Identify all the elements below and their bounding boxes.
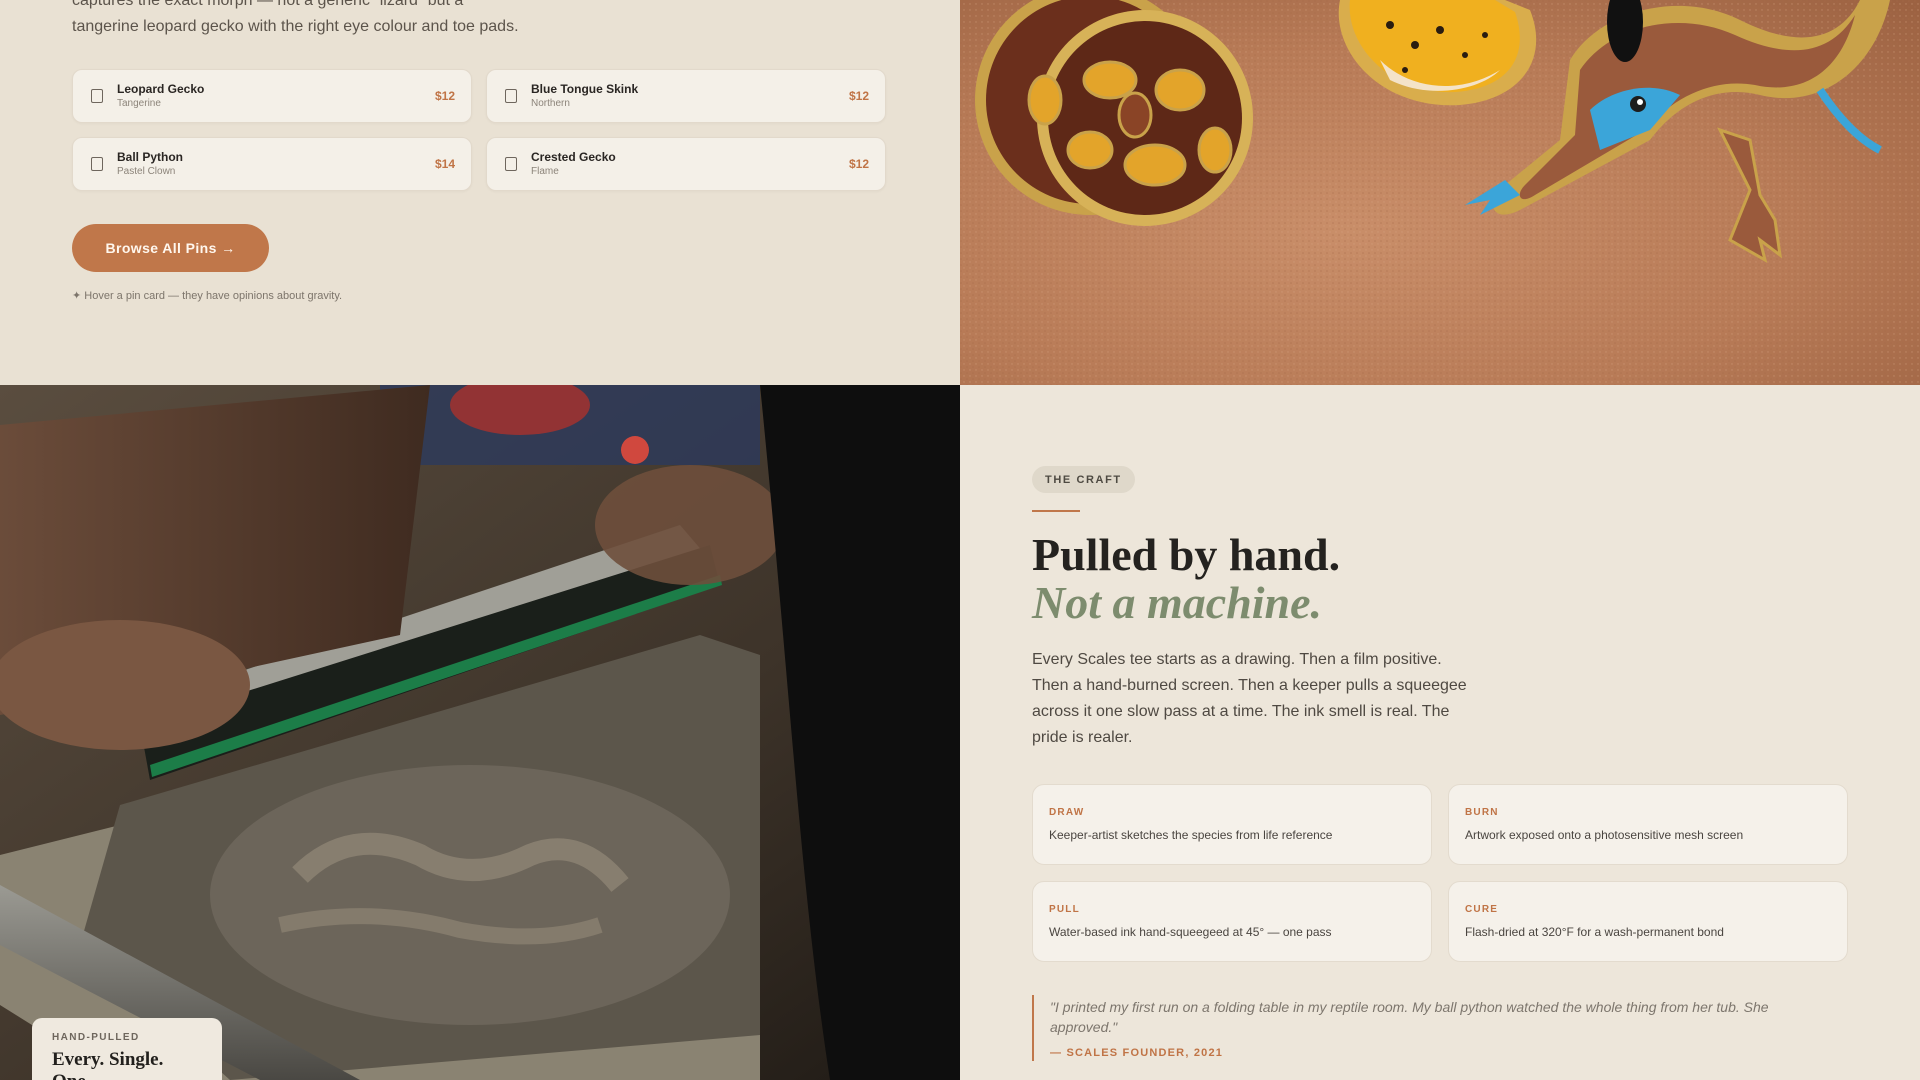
checkbox-icon[interactable] [91,157,103,171]
pin-price: $12 [434,89,455,103]
pin-price: $14 [434,157,455,171]
screen-printing-illustration [0,385,960,1080]
enamel-pins-photo [960,0,1920,385]
craft-section: THE CRAFT Pulled by hand. Not a machine.… [960,385,1920,1080]
checkbox-icon[interactable] [91,89,103,103]
founder-quote: "I printed my first run on a folding tab… [1032,995,1832,1061]
hover-hint-text: ✦ Hover a pin card — they have opinions … [72,290,343,302]
pins-section: captures the exact morph — not a generic… [0,0,960,385]
pin-card-leopard-gecko[interactable]: Leopard Gecko Tangerine $12 [72,69,472,123]
hand-pulled-caption-card: HAND-PULLED Every. Single. One. [32,1018,222,1080]
craft-headline: Pulled by hand. [1032,529,1341,580]
step-card-draw: DRAW Keeper-artist sketches the species … [1032,784,1432,865]
pin-text: Blue Tongue Skink Northern [531,82,849,110]
step-description: Artwork exposed onto a photosensitive me… [1465,828,1744,842]
browse-all-pins-button[interactable]: Browse All Pins → [72,224,269,272]
enamel-pins-illustration [960,0,1920,385]
step-label: CURE [1465,904,1499,915]
pin-text: Leopard Gecko Tangerine [117,82,435,110]
pin-name: Leopard Gecko [117,82,205,96]
pin-name: Blue Tongue Skink [531,82,639,96]
intro-line-1: captures the exact morph — not a generic… [72,0,464,9]
step-card-pull: PULL Water-based ink hand-squeegeed at 4… [1032,881,1432,962]
pin-price: $12 [848,157,869,171]
pin-card-blue-tongue-skink[interactable]: Blue Tongue Skink Northern $12 [486,69,886,123]
pin-variant: Northern [531,98,570,109]
screen-printing-photo: HAND-PULLED Every. Single. One. [0,385,960,1080]
caption-title: Every. Single. One. [52,1049,164,1080]
step-label: BURN [1465,807,1499,818]
step-description: Water-based ink hand-squeegeed at 45° — … [1049,925,1332,939]
pin-card-crested-gecko[interactable]: Crested Gecko Flame $12 [486,137,886,191]
craft-headline-accent: Not a machine. [1032,577,1323,628]
accent-divider [1032,510,1080,512]
quote-text: "I printed my first run on a folding tab… [1050,999,1769,1035]
pin-text: Ball Python Pastel Clown [117,150,435,178]
step-card-burn: BURN Artwork exposed onto a photosensiti… [1448,784,1848,865]
pin-price: $12 [848,89,869,103]
pin-variant: Tangerine [117,98,161,109]
intro-line-2: tangerine leopard gecko with the right e… [72,18,519,35]
step-label: DRAW [1049,807,1085,818]
checkbox-icon[interactable] [505,157,517,171]
craft-steps-grid: DRAW Keeper-artist sketches the species … [1032,784,1848,962]
step-description: Keeper-artist sketches the species from … [1049,828,1333,842]
pin-variant: Flame [531,166,559,177]
step-description: Flash-dried at 320°F for a wash-permanen… [1465,925,1724,939]
pin-grid: Leopard Gecko Tangerine $12 Blue Tongue … [72,69,888,191]
checkbox-icon[interactable] [505,89,517,103]
quote-citation: — SCALES FOUNDER, 2021 [1050,1047,1224,1059]
caption-eyebrow: HAND-PULLED [52,1032,140,1043]
step-label: PULL [1049,904,1080,915]
craft-body-copy: Every Scales tee starts as a drawing. Th… [1032,651,1467,746]
pin-name: Ball Python [117,150,184,164]
pins-intro-text: captures the exact morph — not a generic… [72,0,592,40]
pin-card-ball-python[interactable]: Ball Python Pastel Clown $14 [72,137,472,191]
craft-tag: THE CRAFT [1032,466,1135,493]
step-card-cure: CURE Flash-dried at 320°F for a wash-per… [1448,881,1848,962]
pin-name: Crested Gecko [531,150,616,164]
pin-text: Crested Gecko Flame [531,150,849,178]
pin-variant: Pastel Clown [117,166,176,177]
